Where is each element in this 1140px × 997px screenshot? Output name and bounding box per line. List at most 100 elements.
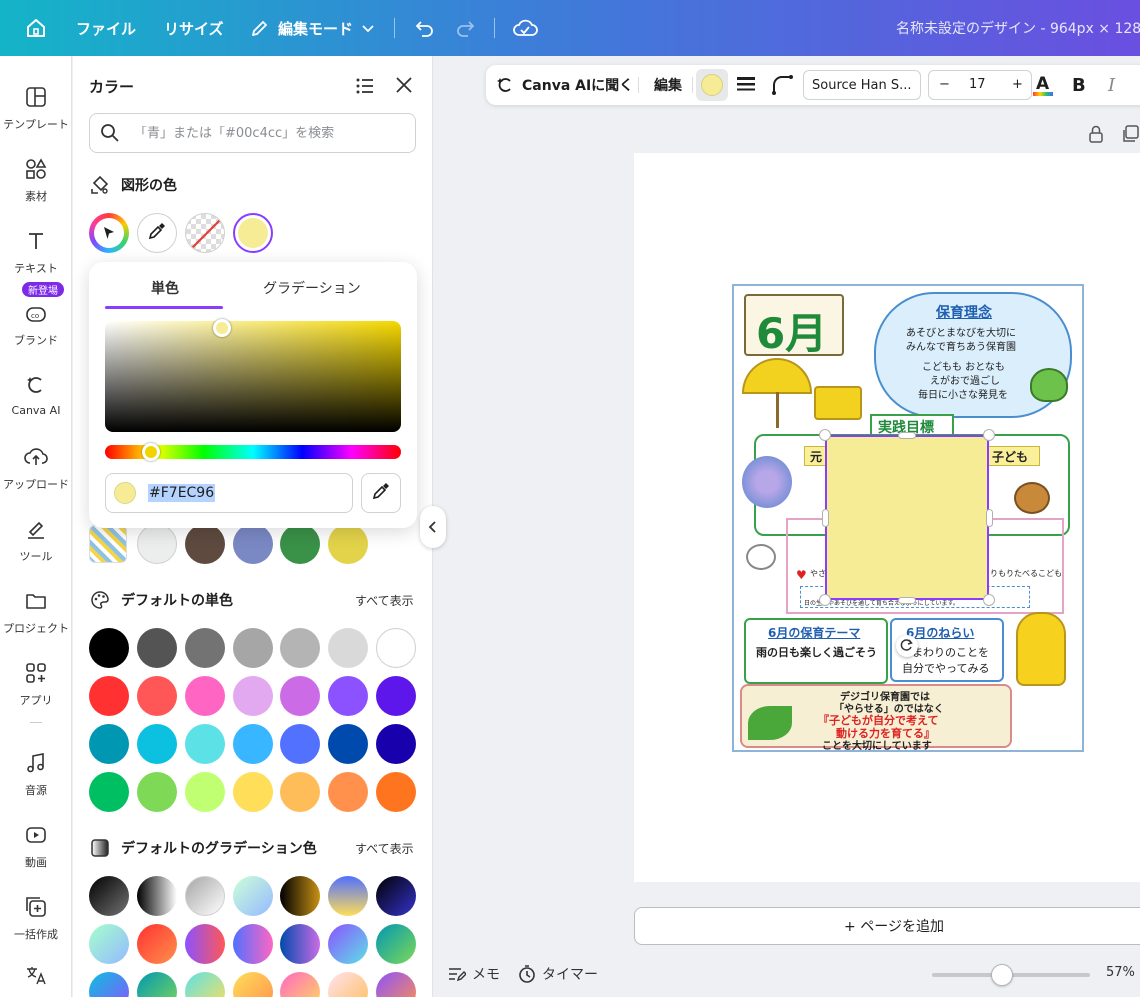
color-search-box[interactable]: [89, 113, 416, 153]
list-view-icon[interactable]: [355, 76, 375, 96]
close-icon[interactable]: [393, 74, 415, 96]
document-title[interactable]: 名称未設定のデザイン - 964px × 1284px: [896, 0, 1140, 56]
hue-slider-handle[interactable]: [142, 443, 160, 461]
resize-handle-bottom-left[interactable]: [819, 594, 831, 606]
home-icon[interactable]: [22, 14, 50, 42]
gradient-swatch[interactable]: [185, 972, 225, 997]
gradient-swatch[interactable]: [376, 972, 416, 997]
solid-color-swatch[interactable]: [328, 772, 368, 812]
gradient-swatch[interactable]: [328, 876, 368, 916]
fill-color-button[interactable]: [696, 69, 728, 101]
increase-size-button[interactable]: +: [1012, 77, 1023, 92]
undo-icon[interactable]: [410, 14, 438, 42]
solid-color-swatch[interactable]: [233, 772, 273, 812]
solid-color-swatch[interactable]: [376, 772, 416, 812]
rail-item-translate[interactable]: [0, 956, 72, 986]
rail-item-bulk-create[interactable]: 一括作成: [0, 886, 72, 950]
rail-item-tools[interactable]: ツール: [0, 508, 72, 572]
gradient-swatch[interactable]: [280, 972, 320, 997]
gradient-swatch[interactable]: [185, 924, 225, 964]
rail-item-elements[interactable]: 素材: [0, 148, 72, 212]
solid-color-swatch[interactable]: [233, 724, 273, 764]
italic-button[interactable]: I: [1108, 65, 1115, 105]
resize-handle-right[interactable]: [986, 509, 993, 527]
resize-handle-top-left[interactable]: [819, 429, 831, 441]
ask-canva-ai-button[interactable]: Canva AIに聞く: [496, 65, 633, 105]
show-all-gradient-link[interactable]: すべて表示: [355, 840, 414, 857]
document-image-thumbnail[interactable]: [89, 525, 127, 563]
font-size-value[interactable]: 17: [969, 77, 986, 92]
gradient-swatch[interactable]: [233, 972, 273, 997]
picker-eyedropper-button[interactable]: [361, 473, 401, 513]
solid-color-swatch[interactable]: [280, 772, 320, 812]
resize-handle-left[interactable]: [822, 509, 829, 527]
solid-color-swatch[interactable]: [185, 724, 225, 764]
gradient-swatch[interactable]: [185, 876, 225, 916]
edit-button[interactable]: 編集: [654, 65, 682, 105]
gradient-swatch[interactable]: [137, 876, 177, 916]
solid-color-swatch[interactable]: [89, 628, 129, 668]
bold-button[interactable]: B: [1072, 65, 1086, 105]
decrease-size-button[interactable]: −: [939, 77, 950, 92]
gradient-swatch[interactable]: [89, 876, 129, 916]
gradient-swatch[interactable]: [328, 924, 368, 964]
document-color-swatch[interactable]: [233, 524, 273, 564]
gradient-swatch[interactable]: [280, 924, 320, 964]
solid-color-swatch[interactable]: [376, 628, 416, 668]
solid-color-swatch[interactable]: [137, 772, 177, 812]
redo-icon[interactable]: [452, 14, 480, 42]
timer-button[interactable]: タイマー: [518, 962, 598, 986]
file-menu[interactable]: ファイル: [76, 0, 136, 56]
document-color-swatch[interactable]: [328, 524, 368, 564]
document-color-swatch[interactable]: [137, 524, 177, 564]
rail-item-canva-ai[interactable]: Canva AI: [0, 364, 72, 428]
cloud-saved-icon[interactable]: [511, 14, 539, 42]
solid-color-swatch[interactable]: [328, 676, 368, 716]
custom-color-picker-button[interactable]: [89, 213, 129, 253]
transparent-color-swatch[interactable]: [185, 213, 225, 253]
zoom-slider-thumb[interactable]: [991, 964, 1013, 986]
selected-rectangle-shape[interactable]: [825, 435, 989, 600]
solid-color-swatch[interactable]: [137, 676, 177, 716]
resize-handle-bottom-right[interactable]: [983, 594, 995, 606]
solid-color-swatch[interactable]: [137, 724, 177, 764]
collapse-panel-button[interactable]: [420, 506, 446, 548]
edit-mode-dropdown[interactable]: 編集モード: [250, 0, 375, 56]
duplicate-page-icon[interactable]: [1122, 124, 1140, 148]
solid-color-swatch[interactable]: [328, 628, 368, 668]
solid-color-swatch[interactable]: [233, 676, 273, 716]
document-color-swatch[interactable]: [280, 524, 320, 564]
gradient-swatch[interactable]: [233, 924, 273, 964]
hex-value[interactable]: #F7EC96: [148, 484, 216, 502]
gradient-swatch[interactable]: [89, 924, 129, 964]
rail-item-brand[interactable]: co ブランド: [0, 292, 72, 356]
tab-gradient[interactable]: グラデーション: [263, 278, 361, 298]
gradient-swatch[interactable]: [89, 972, 129, 997]
solid-color-swatch[interactable]: [328, 724, 368, 764]
font-family-dropdown[interactable]: Source Han S...: [803, 70, 921, 100]
current-shape-color-swatch[interactable]: [233, 213, 273, 253]
solid-color-swatch[interactable]: [376, 724, 416, 764]
solid-color-swatch[interactable]: [185, 676, 225, 716]
font-size-stepper[interactable]: − 17 +: [928, 70, 1032, 100]
gradient-swatch[interactable]: [137, 924, 177, 964]
corner-rounding-icon[interactable]: [772, 75, 794, 99]
solid-color-swatch[interactable]: [185, 628, 225, 668]
gradient-swatch[interactable]: [280, 876, 320, 916]
solid-color-swatch[interactable]: [280, 676, 320, 716]
solid-color-swatch[interactable]: [137, 628, 177, 668]
solid-color-swatch[interactable]: [233, 628, 273, 668]
eyedropper-button[interactable]: [137, 213, 177, 253]
gradient-swatch[interactable]: [328, 972, 368, 997]
show-all-solid-link[interactable]: すべて表示: [355, 592, 414, 609]
zoom-level[interactable]: 57%: [1106, 965, 1135, 980]
gradient-swatch[interactable]: [137, 972, 177, 997]
color-search-input[interactable]: [134, 125, 404, 141]
solid-color-swatch[interactable]: [280, 628, 320, 668]
gradient-swatch[interactable]: [376, 924, 416, 964]
rotate-handle[interactable]: [896, 635, 918, 657]
rail-item-templates[interactable]: テンプレート: [0, 76, 72, 140]
gradient-swatch[interactable]: [376, 876, 416, 916]
solid-color-swatch[interactable]: [280, 724, 320, 764]
border-style-icon[interactable]: [736, 75, 756, 99]
